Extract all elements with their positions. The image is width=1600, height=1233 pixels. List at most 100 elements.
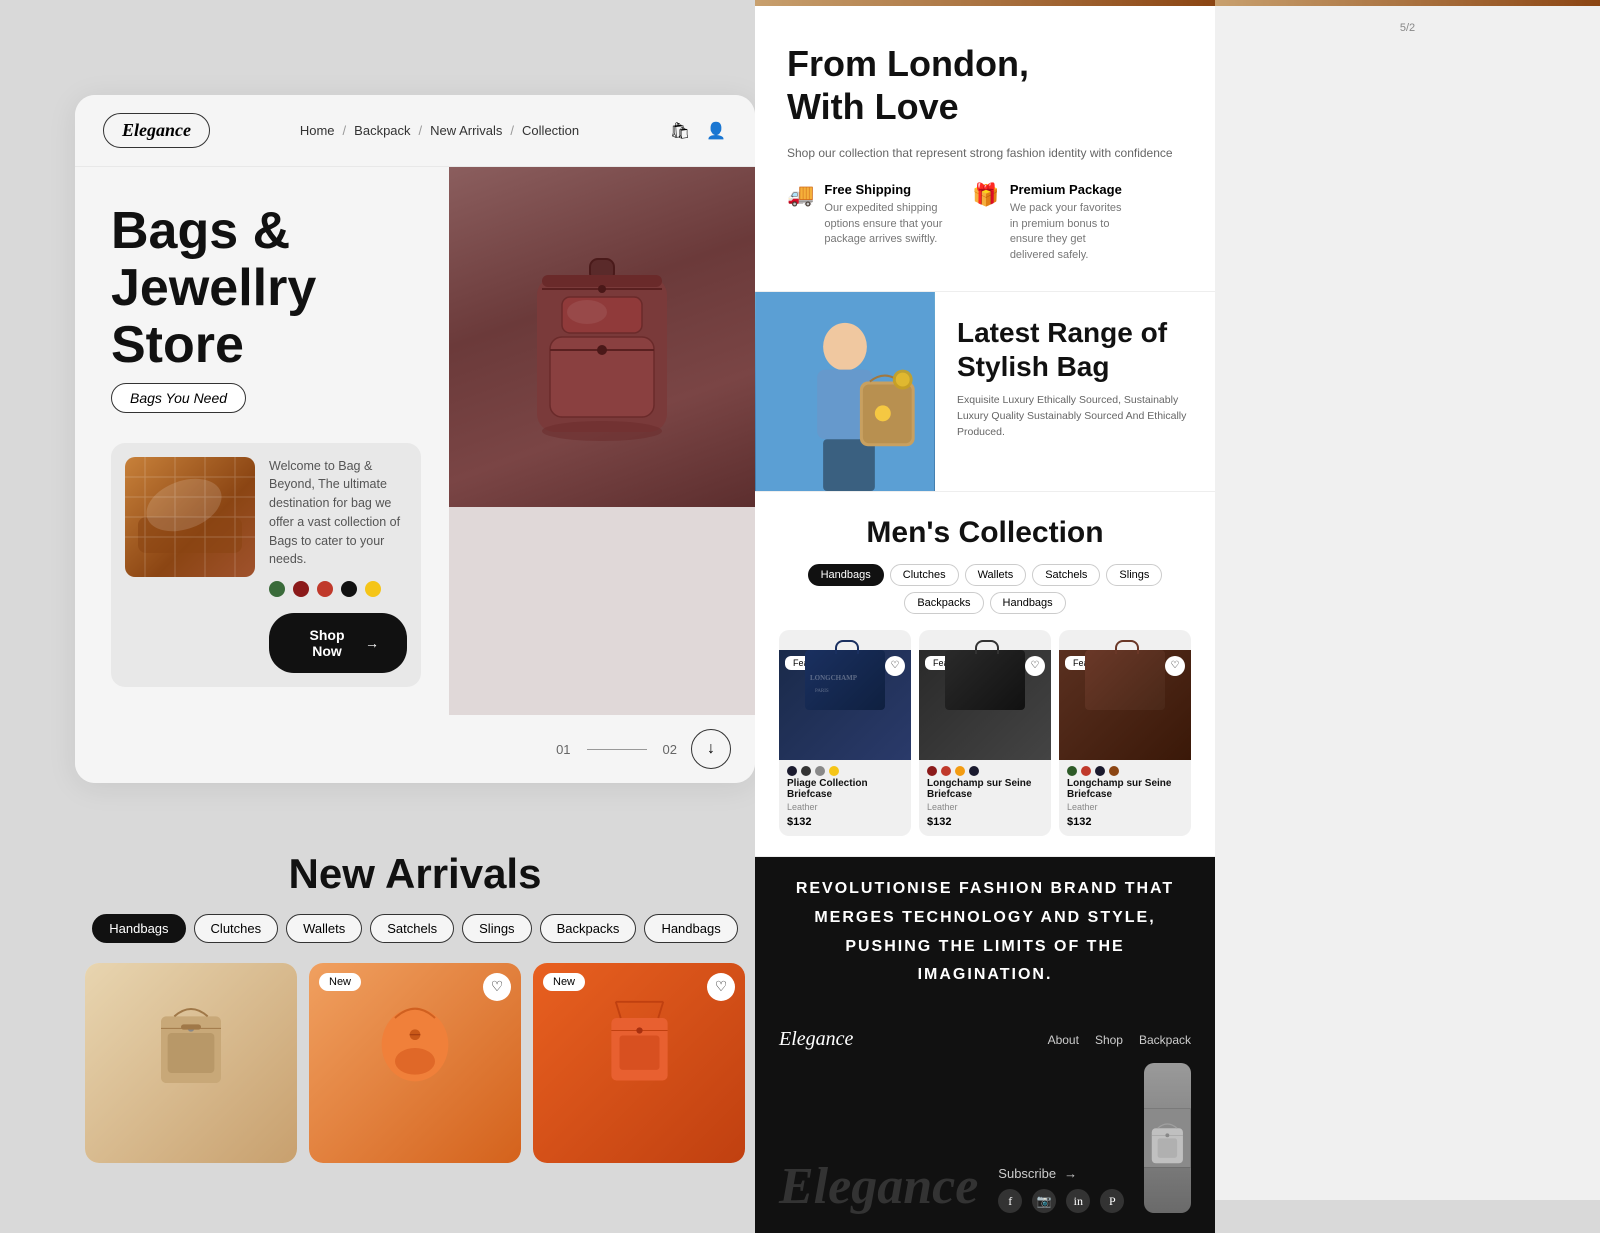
pagination: 01 02 ↓ bbox=[75, 715, 755, 783]
nav-collection[interactable]: Collection bbox=[522, 123, 579, 138]
filter-handbags[interactable]: Handbags bbox=[92, 914, 185, 943]
filter-satchels[interactable]: Satchels bbox=[370, 914, 454, 943]
footer-bag-image bbox=[1144, 1063, 1191, 1213]
cart-icon[interactable]: 🛍 bbox=[669, 120, 691, 142]
latest-range-desc: Exquisite Luxury Ethically Sourced, Sust… bbox=[957, 393, 1193, 440]
mens-card-price-2: $132 bbox=[919, 814, 1051, 836]
mens-card-img-3: Featured ♡ bbox=[1059, 650, 1191, 760]
brown-briefcase-img bbox=[1085, 650, 1165, 710]
navbar: Elegance Home / Backpack / New Arrivals … bbox=[75, 95, 755, 167]
mens-card-name-1: Pliage Collection Briefcase bbox=[779, 778, 911, 802]
backpack-svg bbox=[512, 217, 692, 457]
mens-card-2[interactable]: Featured ♡ Longchamp sur Seine Briefcase… bbox=[919, 630, 1051, 836]
color-dot-black[interactable] bbox=[341, 581, 357, 597]
new-arrivals-title: New Arrivals bbox=[75, 850, 755, 898]
color-dot-red[interactable] bbox=[317, 581, 333, 597]
mens-card-1[interactable]: Featured ♡ LONGCHAMP PARIS Pliage C bbox=[779, 630, 911, 836]
pagination-line bbox=[587, 749, 647, 750]
navy-briefcase-img: LONGCHAMP PARIS bbox=[805, 650, 885, 710]
scroll-down-button[interactable]: ↓ bbox=[691, 729, 731, 769]
nav-home[interactable]: Home bbox=[300, 123, 335, 138]
mens-card-price-1: $132 bbox=[779, 814, 911, 836]
latest-range-image bbox=[755, 292, 935, 491]
shop-now-button[interactable]: Shop Now → bbox=[269, 613, 407, 673]
wishlist-3[interactable]: ♡ bbox=[1165, 656, 1185, 676]
slide-current: 01 bbox=[556, 742, 570, 757]
color-dot-yellow[interactable] bbox=[365, 581, 381, 597]
package-desc: We pack your favorites in premium bonus … bbox=[1010, 201, 1130, 263]
linkedin-icon[interactable]: in bbox=[1066, 1189, 1090, 1213]
footer-backpack[interactable]: Backpack bbox=[1139, 1033, 1191, 1047]
person-illustration bbox=[755, 292, 935, 491]
filter-handbags2[interactable]: Handbags bbox=[644, 914, 737, 943]
slide-numbers: 01 02 bbox=[556, 742, 677, 757]
filter-clutches[interactable]: Clutches bbox=[194, 914, 279, 943]
nav-new-arrivals[interactable]: New Arrivals bbox=[430, 123, 502, 138]
pinterest-icon[interactable]: P bbox=[1100, 1189, 1124, 1213]
mens-filter-backpacks[interactable]: Backpacks bbox=[904, 592, 983, 614]
latest-range-section: Latest Range of Stylish Bag Exquisite Lu… bbox=[755, 292, 1215, 492]
instagram-icon[interactable]: 📷 bbox=[1032, 1189, 1056, 1213]
services-row: 🚚 Free Shipping Our expedited shipping o… bbox=[787, 182, 1183, 263]
wishlist-2[interactable]: ♡ bbox=[1025, 656, 1045, 676]
product-card-3[interactable]: New ♡ bbox=[533, 963, 745, 1163]
color-options bbox=[269, 581, 407, 597]
filter-backpacks[interactable]: Backpacks bbox=[540, 914, 637, 943]
from-london-desc: Shop our collection that represent stron… bbox=[787, 144, 1183, 162]
svg-text:PARIS: PARIS bbox=[815, 689, 829, 694]
left-panel: Elegance Home / Backpack / New Arrivals … bbox=[75, 95, 755, 783]
black-briefcase-img bbox=[945, 650, 1025, 710]
mens-filters: Handbags Clutches Wallets Satchels Sling… bbox=[779, 564, 1191, 614]
wishlist-btn-3[interactable]: ♡ bbox=[707, 973, 735, 1001]
footer-section: Elegance About Shop Backpack Elegance Su… bbox=[755, 1008, 1215, 1233]
footer-about[interactable]: About bbox=[1048, 1033, 1079, 1047]
hero-product-info: Welcome to Bag & Beyond, The ultimate de… bbox=[269, 457, 407, 674]
mens-products: Featured ♡ LONGCHAMP PARIS Pliage C bbox=[779, 630, 1191, 836]
product-card-1[interactable] bbox=[85, 963, 297, 1163]
mens-filter-clutches[interactable]: Clutches bbox=[890, 564, 959, 586]
mens-card-dots-2 bbox=[919, 760, 1051, 778]
brand-logo[interactable]: Elegance bbox=[103, 113, 210, 148]
mens-filter-handbags[interactable]: Handbags bbox=[808, 564, 884, 586]
bag-illustration-2 bbox=[375, 973, 455, 1103]
mens-card-name-2: Longchamp sur Seine Briefcase bbox=[919, 778, 1051, 802]
nav-backpack[interactable]: Backpack bbox=[354, 123, 410, 138]
color-dot-darkred[interactable] bbox=[293, 581, 309, 597]
mens-filter-handbags2[interactable]: Handbags bbox=[990, 592, 1066, 614]
right-panel: From London, With Love Shop our collecti… bbox=[755, 0, 1215, 1233]
facebook-icon[interactable]: f bbox=[998, 1189, 1022, 1213]
far-right-size-info: 5/2 bbox=[1215, 6, 1600, 50]
mens-card-dots-3 bbox=[1059, 760, 1191, 778]
rev-line1: REVOLUTIONISE FASHION BRAND THAT bbox=[775, 875, 1195, 904]
mens-filter-satchels[interactable]: Satchels bbox=[1032, 564, 1100, 586]
product-cards: New ♡ New ♡ bbox=[75, 963, 755, 1163]
user-icon[interactable]: 👤 bbox=[705, 120, 727, 142]
rev-line2: MERGES TECHNOLOGY AND STYLE, bbox=[775, 904, 1195, 933]
hero-product-card: Welcome to Bag & Beyond, The ultimate de… bbox=[111, 443, 421, 688]
footer-shop[interactable]: Shop bbox=[1095, 1033, 1123, 1047]
footer-links: About Shop Backpack bbox=[1048, 1033, 1191, 1047]
product-card-2[interactable]: New ♡ bbox=[309, 963, 521, 1163]
filter-wallets[interactable]: Wallets bbox=[286, 914, 362, 943]
shipping-desc: Our expedited shipping options ensure th… bbox=[824, 201, 944, 247]
hero-section: Bags & Jewellry Store Bags You Need bbox=[75, 167, 755, 715]
subscribe-label: Subscribe bbox=[998, 1166, 1056, 1181]
hero-left: Bags & Jewellry Store Bags You Need bbox=[75, 167, 449, 715]
wishlist-1[interactable]: ♡ bbox=[885, 656, 905, 676]
wishlist-btn-2[interactable]: ♡ bbox=[483, 973, 511, 1001]
shipping-icon: 🚚 bbox=[787, 182, 814, 208]
mens-filter-slings[interactable]: Slings bbox=[1106, 564, 1162, 586]
mens-collection-section: Men's Collection Handbags Clutches Walle… bbox=[755, 492, 1215, 857]
subscribe-row: Subscribe → bbox=[998, 1166, 1124, 1181]
mens-filter-wallets[interactable]: Wallets bbox=[965, 564, 1027, 586]
mens-card-3[interactable]: Featured ♡ Longchamp sur Seine Briefcase… bbox=[1059, 630, 1191, 836]
mens-card-sub-3: Leather bbox=[1059, 802, 1191, 814]
new-badge-3: New bbox=[543, 973, 585, 991]
filter-slings[interactable]: Slings bbox=[462, 914, 531, 943]
mens-card-price-3: $132 bbox=[1059, 814, 1191, 836]
footer-bag-area: Elegance Subscribe → f 📷 in P bbox=[779, 1063, 1191, 1213]
mens-card-dots-1 bbox=[779, 760, 911, 778]
color-dot-green[interactable] bbox=[269, 581, 285, 597]
nav-links: Home / Backpack / New Arrivals / Collect… bbox=[300, 123, 579, 138]
footer-logo: Elegance bbox=[779, 1028, 853, 1051]
